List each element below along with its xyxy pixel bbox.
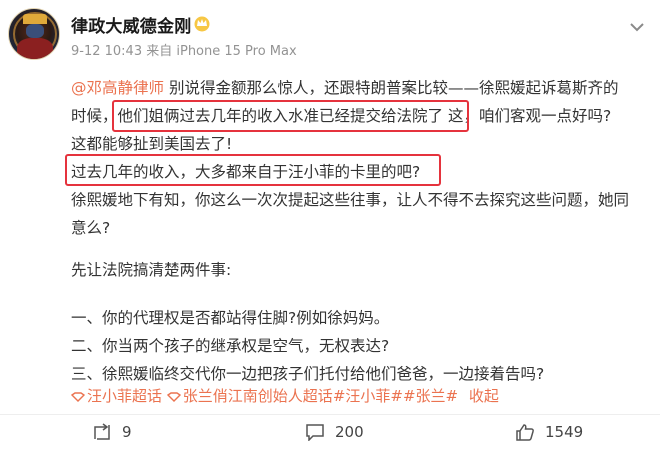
line-text: 别说得金额那么惊人，还跟特朗普案比较——徐熙媛起诉葛斯齐的 (164, 79, 619, 97)
like-button[interactable]: 1549 (515, 421, 583, 443)
action-bar: 9 200 1549 (0, 414, 660, 444)
avatar[interactable] (8, 8, 60, 60)
thumbs-up-icon (516, 424, 534, 441)
content-line: 先让法院搞清楚两件事: (71, 261, 232, 279)
author-name[interactable]: 律政大威德金刚 (71, 12, 191, 37)
comment-count: 200 (335, 423, 364, 441)
topics-row: 汪小菲超话 张兰俏江南创始人超话#汪小菲##张兰# 收起 (71, 385, 499, 406)
supertopic-icon (71, 391, 85, 402)
supertopic-icon (166, 391, 181, 402)
repost-button[interactable]: 9 (92, 421, 132, 443)
content-line: 徐熙媛地下有知，你这么一次次提起这些往事，让人不得不去探究这些问题，她同 (71, 191, 630, 209)
topic-link[interactable]: #张兰# (403, 387, 458, 405)
avatar-body (17, 38, 53, 59)
post-meta: 9-12 10:43 来自 iPhone 15 Pro Max (71, 44, 297, 59)
topic-link[interactable]: #汪小菲# (333, 387, 403, 405)
comment-button[interactable]: 200 (305, 421, 364, 443)
topic-link[interactable]: 汪小菲超话 (87, 387, 162, 405)
topic-link[interactable]: 张兰俏江南创始人超话 (183, 387, 333, 405)
repost-count: 9 (122, 423, 132, 441)
like-count: 1549 (545, 423, 584, 441)
line-text: 时候， (71, 107, 118, 125)
chevron-down-icon[interactable] (628, 18, 646, 32)
vip-crown-icon (194, 16, 210, 32)
content-line: 三、徐熙媛临终交代你一边把孩子们托付给他们爸爸，一边接着告吗? (71, 365, 545, 383)
highlight-box (112, 100, 469, 132)
repost-icon (94, 423, 110, 440)
highlight-box (65, 154, 441, 186)
content-line: 意么? (71, 219, 111, 237)
avatar-face (26, 24, 44, 38)
mention-link[interactable]: @邓高静律师 (71, 79, 164, 97)
avatar-crown (23, 14, 47, 24)
collapse-link[interactable]: 收起 (469, 387, 499, 405)
content-line: 一、你的代理权是否都站得住脚?例如徐妈妈。 (71, 309, 390, 327)
content-line: 二、你当两个孩子的继承权是空气，无权表达? (71, 337, 390, 355)
content-line: @邓高静律师 别说得金额那么惊人，还跟特朗普案比较——徐熙媛起诉葛斯齐的 (71, 74, 618, 102)
post-header: 律政大威德金刚 9-12 10:43 来自 iPhone 15 Pro Max (0, 0, 660, 62)
comment-icon (306, 424, 324, 441)
